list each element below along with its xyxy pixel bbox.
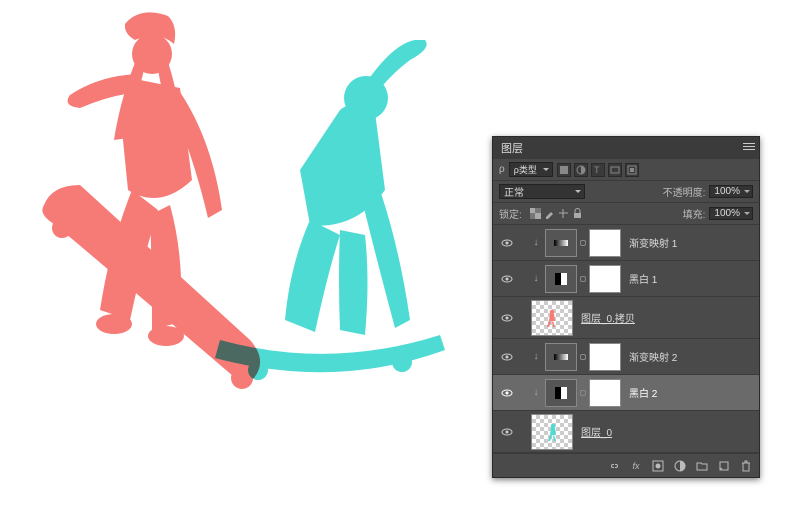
filter-pixel-icon[interactable] xyxy=(557,163,571,177)
mask-link-icon[interactable] xyxy=(580,240,586,246)
mask-thumb xyxy=(589,379,621,407)
blend-opacity-row: 正常 不透明度: 100% xyxy=(493,181,759,203)
delete-button[interactable] xyxy=(739,459,753,473)
panel-menu-button[interactable] xyxy=(743,140,755,152)
group-button[interactable] xyxy=(695,459,709,473)
layer-row[interactable]: ↓ 渐变映射 1 xyxy=(493,225,759,261)
visibility-toggle[interactable] xyxy=(497,312,517,324)
layer-row[interactable]: ↓ 黑白 1 xyxy=(493,261,759,297)
layer-name: 黑白 2 xyxy=(629,385,657,400)
image-thumb xyxy=(531,300,573,336)
visibility-toggle[interactable] xyxy=(497,237,517,249)
filter-smart-icon[interactable] xyxy=(625,163,639,177)
filter-type-dropdown[interactable]: ρ类型 xyxy=(509,162,553,177)
mask-link-icon[interactable] xyxy=(580,276,586,282)
mask-link-icon[interactable] xyxy=(580,354,586,360)
visibility-toggle[interactable] xyxy=(497,273,517,285)
visibility-toggle[interactable] xyxy=(497,351,517,363)
layer-row[interactable]: 图层_0.拷贝 xyxy=(493,297,759,339)
mask-thumb xyxy=(589,343,621,371)
image-thumb xyxy=(531,414,573,450)
panel-footer: fx xyxy=(493,453,759,477)
visibility-toggle[interactable] xyxy=(497,426,517,438)
fill-value[interactable]: 100% xyxy=(709,207,753,220)
fx-button[interactable]: fx xyxy=(629,459,643,473)
adjustment-thumb xyxy=(545,265,577,293)
lock-fill-row: 锁定: 填充: 100% xyxy=(493,203,759,225)
layer-row[interactable]: ↓ 渐变映射 2 xyxy=(493,339,759,375)
mask-thumb xyxy=(589,229,621,257)
opacity-label: 不透明度: xyxy=(663,184,706,199)
hamburger-icon xyxy=(743,141,755,152)
layers-panel: 图层 ρ ρ类型 T 正常 不透明度: 100% 锁定: xyxy=(492,136,760,478)
visibility-toggle[interactable] xyxy=(497,387,517,399)
clip-indicator: ↓ xyxy=(531,237,541,248)
layer-name: 渐变映射 1 xyxy=(629,235,677,250)
lock-pixels-icon[interactable] xyxy=(544,208,555,219)
blend-mode-dropdown[interactable]: 正常 xyxy=(499,184,585,199)
figure-red xyxy=(40,10,340,410)
panel-title: 图层 xyxy=(501,140,523,156)
adjustment-button[interactable] xyxy=(673,459,687,473)
filter-label: ρ xyxy=(499,164,505,175)
layer-row[interactable]: 图层_0 xyxy=(493,411,759,453)
new-layer-button[interactable] xyxy=(717,459,731,473)
link-layers-button[interactable] xyxy=(607,459,621,473)
lock-all-icon[interactable] xyxy=(572,208,583,219)
layer-name: 图层_0 xyxy=(581,424,612,439)
opacity-value[interactable]: 100% xyxy=(709,185,753,198)
mask-button[interactable] xyxy=(651,459,665,473)
mask-thumb xyxy=(589,265,621,293)
clip-indicator: ↓ xyxy=(531,351,541,362)
canvas-preview xyxy=(40,10,480,440)
filter-shape-icon[interactable] xyxy=(608,163,622,177)
fill-label: 填充: xyxy=(683,206,706,221)
layer-name: 渐变映射 2 xyxy=(629,349,677,364)
adjustment-thumb xyxy=(545,379,577,407)
lock-position-icon[interactable] xyxy=(558,208,569,219)
filter-type-icon[interactable]: T xyxy=(591,163,605,177)
layer-row[interactable]: ↓ 黑白 2 xyxy=(493,375,759,411)
clip-indicator: ↓ xyxy=(531,273,541,284)
layer-name: 黑白 1 xyxy=(629,271,657,286)
lock-transparency-icon[interactable] xyxy=(530,208,541,219)
layer-name: 图层_0.拷贝 xyxy=(581,310,635,325)
layer-filter-row: ρ ρ类型 T xyxy=(493,159,759,181)
svg-text:T: T xyxy=(594,165,600,175)
mask-link-icon[interactable] xyxy=(580,390,586,396)
adjustment-thumb xyxy=(545,229,577,257)
filter-adjust-icon[interactable] xyxy=(574,163,588,177)
clip-indicator: ↓ xyxy=(531,387,541,398)
layer-list: ↓ 渐变映射 1 ↓ 黑白 1 xyxy=(493,225,759,453)
panel-tab[interactable]: 图层 xyxy=(493,137,759,159)
adjustment-thumb xyxy=(545,343,577,371)
lock-label: 锁定: xyxy=(499,206,522,221)
